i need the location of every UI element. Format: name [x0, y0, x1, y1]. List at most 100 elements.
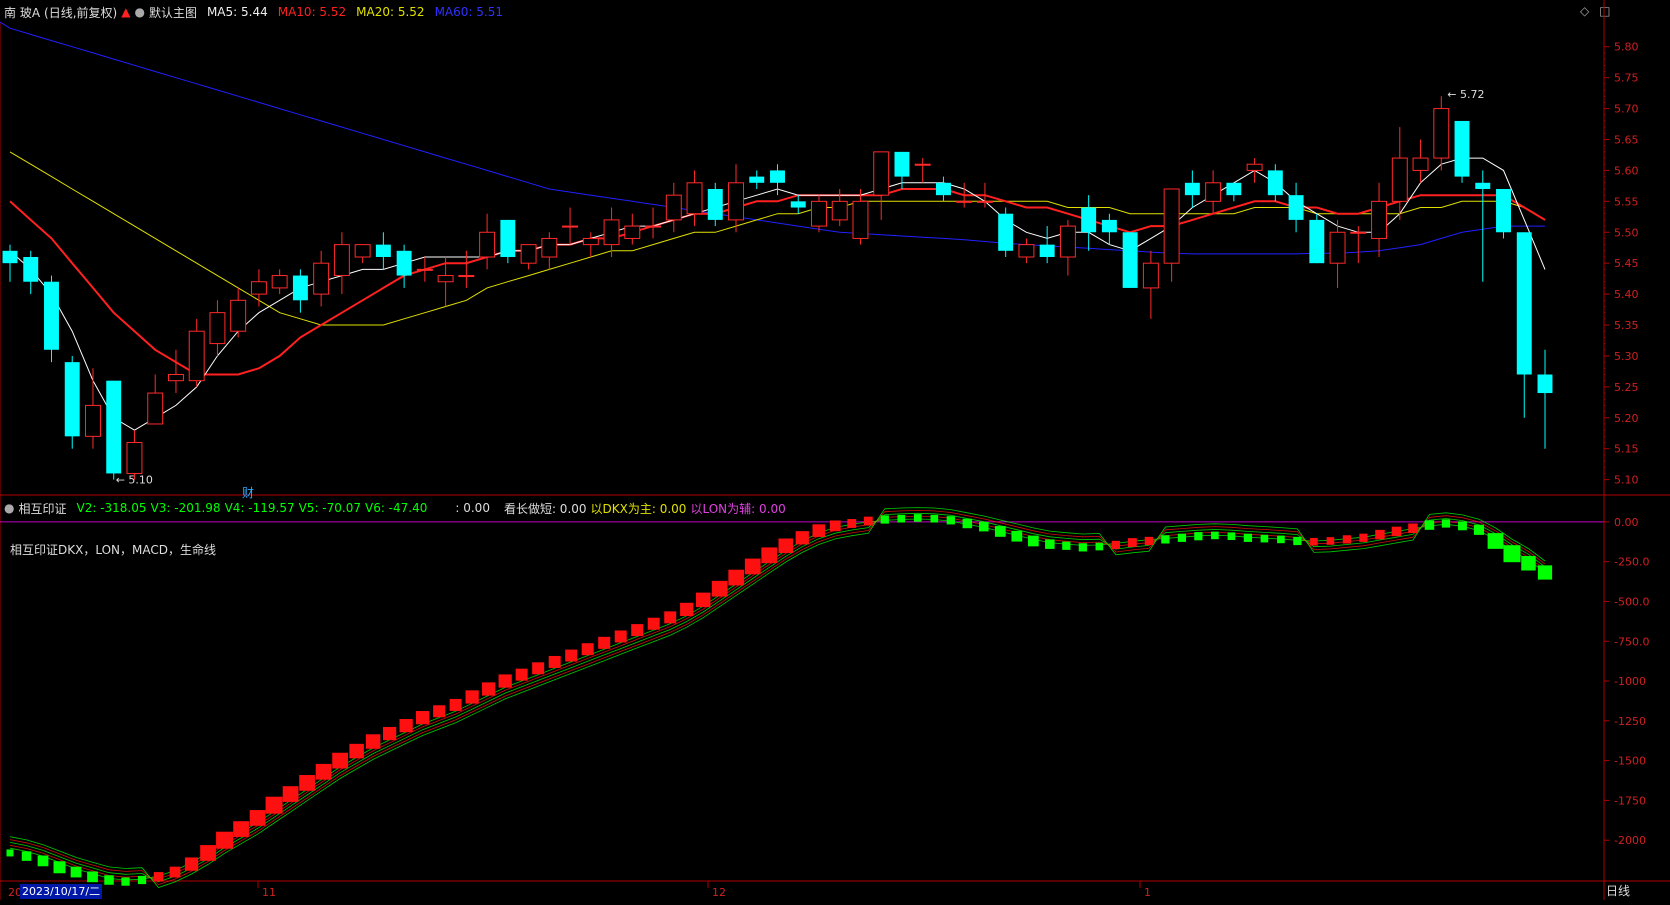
indicator-block: [1177, 533, 1187, 542]
indicator-block: [913, 514, 922, 522]
cursor-date-label: 2023/10/17/二: [20, 884, 103, 899]
indicator-block: [812, 524, 826, 537]
indicator-v4: V4: -119.57: [224, 501, 295, 515]
candle-up: [271, 275, 288, 289]
indicator-block: [532, 662, 545, 675]
price-tick-label: 5.25: [1614, 381, 1639, 394]
candle-up: [416, 268, 433, 271]
indicator-block: [994, 526, 1006, 537]
indicator-block: [121, 877, 130, 886]
candle-down: [106, 380, 122, 474]
indicator-block: [216, 831, 234, 849]
price-tick-label: 5.65: [1614, 134, 1639, 147]
indicator-block: [1359, 533, 1368, 542]
candle-down: [44, 281, 59, 350]
candle-up: [831, 200, 848, 221]
indicator-block: [548, 655, 561, 668]
indicator-block: [1161, 535, 1170, 544]
indicator-block: [449, 698, 462, 711]
indicator-tick-label: 0.00: [1614, 516, 1639, 529]
price-tick-label: 5.80: [1614, 41, 1639, 54]
candle-up: [126, 442, 143, 474]
indicator-block: [1375, 529, 1385, 540]
candle-up: [458, 275, 475, 278]
indicator-block: [1027, 535, 1039, 547]
indicator-block: [1458, 521, 1467, 531]
indicator-block: [6, 849, 14, 857]
candle-down: [749, 176, 765, 183]
settings-dot-icon[interactable]: ●: [4, 501, 14, 515]
candle-down: [500, 219, 516, 257]
indicator-block: [433, 705, 446, 718]
indicator-header: ● 相互印证 V2: -318.05 V3: -201.98 V4: -119.…: [4, 500, 790, 516]
indicator-block: [1227, 532, 1236, 541]
indicator-block: [70, 866, 82, 878]
indicator-block: [104, 875, 114, 885]
candle-down: [707, 188, 723, 220]
indicator-dkx-main: 以DKX为主: 0.00: [590, 501, 687, 516]
indicator-block: [1342, 535, 1352, 544]
indicator-block: [647, 617, 660, 630]
indicator-block: [1127, 538, 1137, 548]
candle-up: [562, 225, 579, 228]
price-tick-label: 5.55: [1614, 195, 1639, 208]
indicator-block: [1011, 530, 1023, 542]
candle-up: [1371, 200, 1388, 239]
indicator-block: [416, 711, 430, 725]
indicator-block: [332, 752, 348, 769]
ma5-line: [9, 157, 1546, 431]
candle-up: [603, 219, 620, 246]
price-tick-label: 5.60: [1614, 164, 1639, 177]
candle-down: [396, 250, 412, 276]
indicator-block: [382, 726, 397, 741]
indicator-block: [1277, 535, 1285, 544]
candle-down: [1101, 219, 1117, 233]
indicator-tick-label: -2000: [1614, 834, 1646, 847]
indicator-tick-label: -1250: [1614, 715, 1646, 728]
price-tick-label: 5.75: [1614, 72, 1639, 85]
indicator-block: [37, 855, 49, 867]
ma60-line: [0, 21, 1545, 255]
indicator-subtitle: 相互印证DKX，LON，MACD，生命线: [10, 543, 216, 557]
chart-canvas[interactable]: 5.80 5.75 5.70 5.65 5.60 5.55 5.50 5.45 5.40 5.35…: [0, 0, 1670, 905]
indicator-block: [282, 786, 299, 802]
price-tick-label: 5.15: [1614, 443, 1639, 456]
indicator-block: [53, 861, 66, 874]
period-label[interactable]: 日线: [1606, 884, 1630, 899]
candle-up: [1329, 231, 1346, 264]
candle-down: [1516, 232, 1532, 375]
candle-up: [520, 244, 537, 264]
finance-report-marker[interactable]: 财: [242, 484, 254, 501]
indicator-block: [1521, 556, 1536, 571]
indicator-tick-label: -250.0: [1614, 556, 1649, 569]
indicator-block: [695, 592, 711, 608]
candle-up: [1350, 231, 1367, 234]
indicator-block: [863, 516, 873, 526]
candle-up: [1391, 157, 1408, 202]
price-tick-label: 5.40: [1614, 288, 1639, 301]
candle-up: [976, 200, 993, 203]
candle-down: [790, 201, 806, 208]
candle-down: [1122, 232, 1138, 288]
candle-up: [852, 200, 869, 239]
indicator-block: [169, 866, 181, 878]
price-tick-label: 5.30: [1614, 350, 1639, 363]
indicator-block: [946, 516, 955, 525]
indicator-block: [565, 649, 578, 662]
candle-down: [894, 151, 910, 177]
indicator-block: [1537, 565, 1553, 580]
indicator-block: [265, 796, 283, 814]
indicator-block: [880, 515, 889, 524]
indicator-name[interactable]: 相互印证: [18, 500, 66, 517]
candle-down: [1309, 219, 1325, 264]
indicator-block: [515, 668, 528, 681]
indicator-block: [233, 821, 249, 837]
indicator-tick-label: -750.0: [1614, 635, 1649, 648]
indicator-block: [21, 851, 32, 861]
indicator-block: [614, 630, 627, 643]
indicator-block: [137, 875, 147, 885]
indicator-block: [315, 763, 332, 780]
price-tick-label: 5.20: [1614, 412, 1639, 425]
indicator-block: [299, 775, 315, 791]
indicator-block: [1326, 537, 1335, 545]
